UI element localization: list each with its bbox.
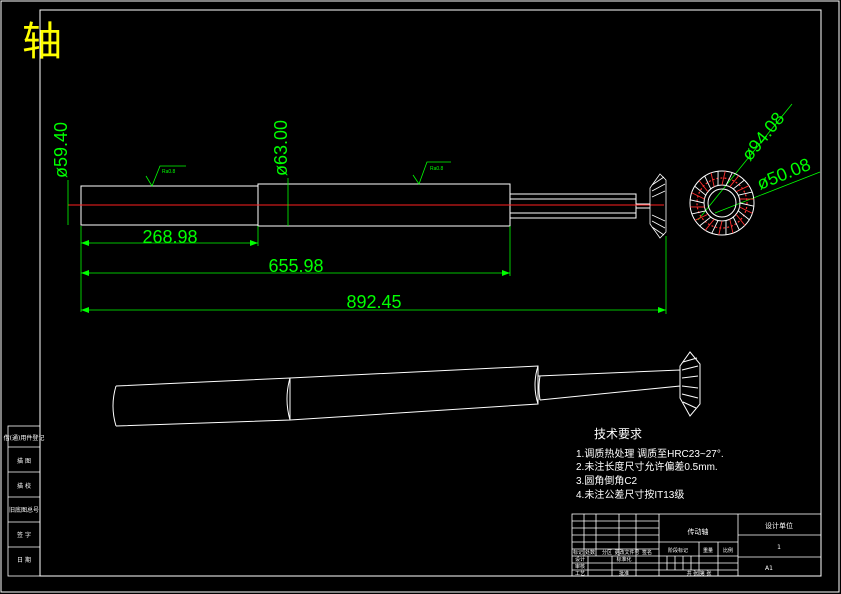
gear-teeth <box>690 171 754 235</box>
side-stamp-3: 旧底图总号 <box>9 506 39 514</box>
tech-req-item-4: 4.未注公差尺寸按IT13级 <box>576 488 684 501</box>
gear-tooth <box>732 179 745 190</box>
dim-dia-outer: ø94.08 <box>738 108 789 164</box>
tb-label-zone: 分区 <box>602 549 612 556</box>
tb-stage-mark: 阶段标记 <box>668 547 688 554</box>
tb-sheet: 共 张 第 张 <box>687 570 712 577</box>
tb-scale: 比例 <box>723 547 733 554</box>
dim-length-3: 892.45 <box>346 292 401 312</box>
tb-code: A1 <box>765 565 773 572</box>
tb-project: 设计单位 <box>765 521 793 530</box>
gear-tooth <box>732 216 740 231</box>
side-stamp <box>7 425 41 577</box>
tb-label-mark: 标记 <box>573 549 583 556</box>
tb-review: 审核 <box>575 563 585 570</box>
side-stamp-5: 日 期 <box>17 556 31 564</box>
tb-label-sign: 签名 <box>642 549 652 556</box>
dim-dia-inner: ø50.08 <box>754 154 813 194</box>
inner-border <box>39 9 822 577</box>
dim-length-1: 268.98 <box>142 227 197 247</box>
tb-weight: 重量 <box>703 547 713 554</box>
gear-tooth <box>691 192 705 200</box>
side-stamp-2: 描 校 <box>17 482 31 490</box>
dimension-lines <box>67 103 821 314</box>
shaft-isometric-view <box>112 351 701 427</box>
side-stamp-0: 借(通)用件登记 <box>4 434 45 442</box>
gear-tooth <box>698 180 709 193</box>
bevel-gear-side <box>649 173 667 239</box>
tb-label-count: 处数 <box>585 549 595 556</box>
gear-tooth <box>735 185 750 193</box>
side-stamp-4: 签 字 <box>17 531 31 539</box>
tb-label-change: 更改文件号 <box>614 549 639 556</box>
tb-standard: 标准化 <box>616 556 631 563</box>
side-stamp-1: 描 图 <box>17 457 31 465</box>
tb-process: 工艺 <box>575 571 585 577</box>
roughness-2: Ra0.8 <box>430 166 444 172</box>
tb-approve: 批准 <box>619 570 629 577</box>
cad-drawing: 借(通)用件登记 描 图 描 校 旧底图总号 签 字 日 期 268.98 65… <box>0 0 840 593</box>
roughness-1: Ra0.8 <box>162 169 176 175</box>
dim-dia-left: ø59.40 <box>51 122 71 178</box>
tech-req-item-2: 2.未注长度尺寸允许偏差0.5mm. <box>576 460 718 473</box>
dim-length-2: 655.98 <box>268 256 323 276</box>
tech-req-item-1: 1.调质热处理 调质至HRC23~27°. <box>576 447 724 460</box>
outer-border <box>0 0 840 593</box>
gear-tooth <box>704 175 712 190</box>
tb-design: 设计 <box>575 556 585 563</box>
tech-req-heading: 技术要求 <box>594 427 642 441</box>
dim-dia-mid: ø63.00 <box>271 120 291 176</box>
tb-scale-value: 1 <box>777 544 781 551</box>
tb-drawing-name: 传动轴 <box>688 527 709 536</box>
tech-req-item-3: 3.圆角倒角C2 <box>576 475 638 487</box>
